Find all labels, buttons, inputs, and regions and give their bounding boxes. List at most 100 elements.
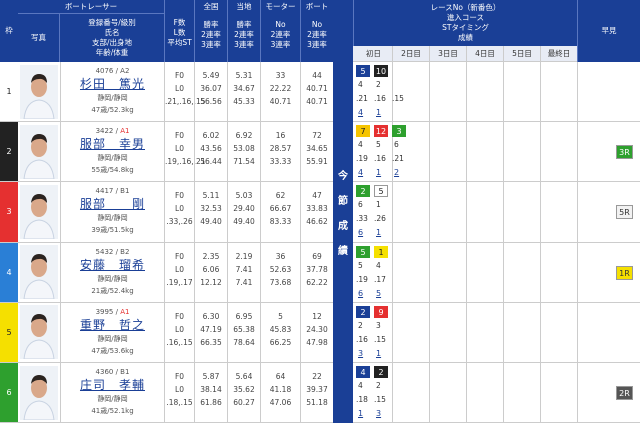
result-link[interactable]: 1 <box>376 349 381 358</box>
grid-divider <box>466 122 503 182</box>
racer-name-link[interactable]: 服部 剛 <box>61 197 164 212</box>
motor-stat-value: 22.22 <box>269 84 292 93</box>
day-header-row: 初日 2日目 3日目 4日目 5日目 最終日 <box>353 46 577 62</box>
racer-name-link[interactable]: 杉田 篤光 <box>61 77 164 92</box>
reg-no: 4417 / B1 <box>95 187 130 196</box>
racer-name-link[interactable]: 庄司 孝輔 <box>61 378 164 393</box>
mid3: 績 <box>338 245 348 257</box>
age-weight: 47歳/53.6kg <box>91 346 134 355</box>
st-value: .21 <box>356 94 368 103</box>
result-link[interactable]: 3 <box>376 409 381 418</box>
result-link[interactable]: 6 <box>358 228 363 237</box>
motor-stat: 16 28.57 33.33 <box>260 122 300 183</box>
sub0: 登録番号/級別 <box>88 18 136 27</box>
sub2: 支部/出身地 <box>91 38 133 47</box>
result-link[interactable]: 1 <box>358 409 363 418</box>
fl-stat-value: L0 <box>175 204 184 214</box>
grid-divider <box>429 363 466 423</box>
course-value: 4 <box>358 381 363 390</box>
racer-photo <box>18 62 60 123</box>
national-stat-value: 47.19 <box>200 324 222 334</box>
fl-stat: F0 L0 .18,.15 <box>164 363 194 423</box>
motor-stat: 62 66.67 83.33 <box>260 182 300 243</box>
fl-stat: F0 L0 .33,.26 <box>164 182 194 243</box>
national-stat-value: 66.35 <box>200 337 222 347</box>
result-link[interactable]: 1 <box>376 108 381 117</box>
national-stat-value: 6.30 <box>202 311 220 321</box>
early-race-badge[interactable]: 1R <box>616 265 633 280</box>
motor-stat-value: 16 <box>275 131 286 141</box>
race-no-tag: 5 <box>356 65 370 77</box>
fls1: L数 <box>173 28 186 37</box>
reg-no: 3422 / <box>95 127 121 136</box>
result-link[interactable]: 1 <box>376 228 381 237</box>
grid-divider <box>503 122 540 182</box>
result-link[interactable]: 3 <box>358 349 363 358</box>
early-race-badge[interactable]: 2R <box>616 386 633 401</box>
motor-stat-value: 40.71 <box>269 97 292 106</box>
national-stat-value: 36.07 <box>200 84 222 93</box>
local-stat: 5.03 29.40 49.40 <box>227 182 260 243</box>
result-link[interactable]: 4 <box>358 168 363 177</box>
race-no-tag: 5 <box>374 185 388 198</box>
early-cell: 2R <box>577 363 640 423</box>
branch-home: 静岡/静岡 <box>97 94 128 102</box>
reg-no: 4076 / A2 <box>95 67 130 75</box>
result-link[interactable]: 5 <box>376 289 381 298</box>
branch-home: 静岡/静岡 <box>97 395 128 403</box>
r1: 進入コース <box>446 13 485 22</box>
national-stat: 6.02 43.56 56.44 <box>194 122 227 183</box>
early-race-badge[interactable]: 3R <box>616 145 633 160</box>
n0: 全国 <box>203 2 219 11</box>
boat-stat-value: 12 <box>312 311 322 321</box>
fl-stat-value: L0 <box>175 264 184 274</box>
b3: 3連率 <box>307 40 327 49</box>
early-cell: 3R <box>577 122 640 183</box>
branch-home: 静岡/静岡 <box>97 154 128 163</box>
local-stat-value: 7.41 <box>235 264 253 274</box>
local-stat-value: 5.03 <box>235 191 253 201</box>
national-stat-value: 56.44 <box>200 157 222 167</box>
st-value: .15 <box>392 94 404 103</box>
class-badge: A1 <box>120 307 130 316</box>
grid-divider <box>466 182 503 242</box>
boat-stat-value: 69 <box>312 251 322 261</box>
national-stat: 5.87 38.14 61.86 <box>194 363 227 423</box>
fl-stat-value: .33,.26 <box>166 217 193 227</box>
day-label: 5日目 <box>503 46 540 61</box>
racer-name-link[interactable]: 重野 哲之 <box>61 318 164 333</box>
course-value: 2 <box>376 80 381 89</box>
racer-name-link[interactable]: 服部 幸男 <box>61 137 164 152</box>
b0: ボート <box>305 2 329 11</box>
racer-name-link[interactable]: 安藤 瑠希 <box>61 258 164 273</box>
header-racer-title: ボートレーサー <box>18 0 164 14</box>
r3: 成績 <box>458 33 473 42</box>
result-link[interactable]: 6 <box>358 289 363 298</box>
reg-class: 3422 / A1 <box>61 122 164 137</box>
boat-stat-value: 55.91 <box>306 157 328 167</box>
fl-stat: F0 L0 .19,.16,.21 <box>164 122 206 183</box>
early-race-badge[interactable]: 5R <box>616 205 633 220</box>
fl-stat-value: .16,.15 <box>166 337 193 347</box>
result-link[interactable]: 1 <box>376 168 381 177</box>
race-no-tag: 12 <box>374 125 388 138</box>
st-value: .16 <box>356 334 368 344</box>
grid-divider <box>429 302 466 362</box>
race-no-tag: 2 <box>374 366 388 378</box>
race-results-grid: 5 10 4 2 .21 .16 .15 4 1 <box>353 62 577 123</box>
motor-stat-value: 66.25 <box>269 337 292 347</box>
national-stat-value: 6.02 <box>202 131 220 141</box>
local-stat: 6.95 65.38 78.64 <box>227 302 260 363</box>
racer-photo-icon <box>20 305 58 360</box>
branch-home: 静岡/静岡 <box>97 274 128 283</box>
result-link[interactable]: 4 <box>358 108 363 117</box>
national-stat-value: 5.11 <box>202 191 220 201</box>
boat-stat-value: 51.18 <box>306 398 328 407</box>
national-stat-value: 6.06 <box>202 264 220 274</box>
fl-stat-value: F0 <box>174 71 185 80</box>
motor-stat: 5 45.83 66.25 <box>260 302 300 363</box>
racer-photo <box>18 363 60 423</box>
result-link[interactable]: 2 <box>394 168 399 177</box>
sub1: 氏名 <box>104 28 120 37</box>
motor-stat-value: 33 <box>275 71 286 80</box>
